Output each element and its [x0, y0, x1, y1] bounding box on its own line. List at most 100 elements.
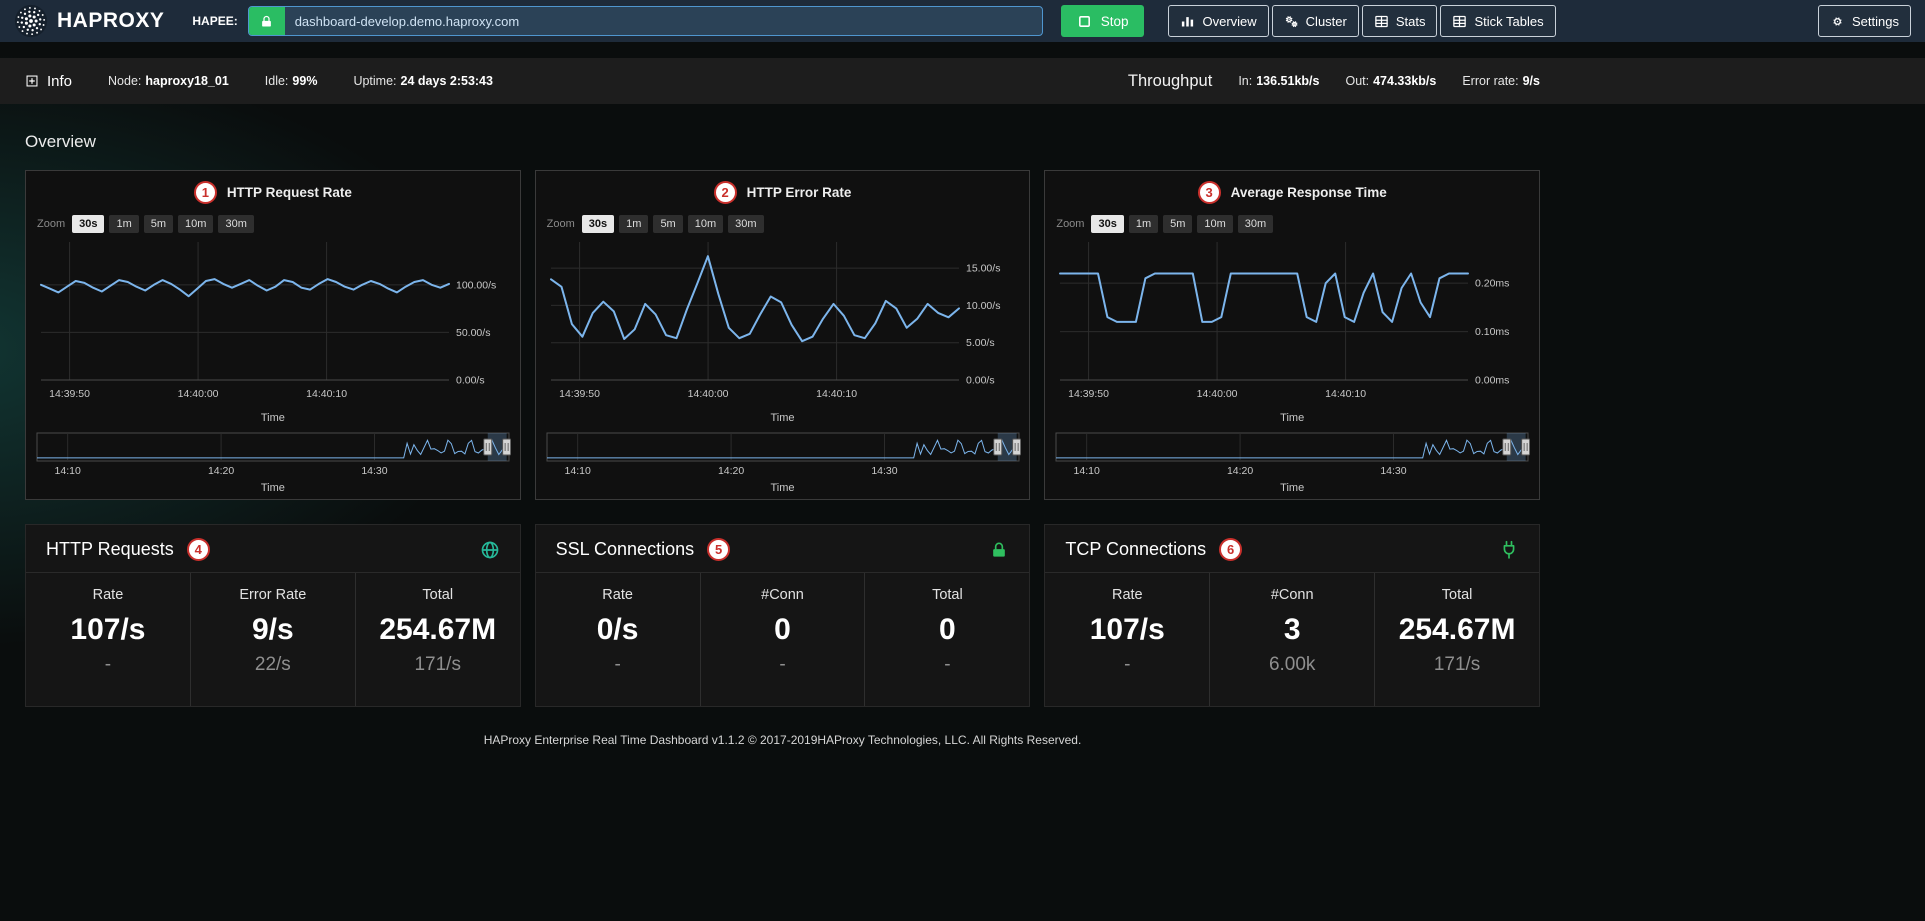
zoom-option-5m[interactable]: 5m: [1163, 215, 1192, 233]
zoom-label: Zoom: [37, 218, 65, 230]
stat-column-value: 0: [865, 613, 1029, 647]
info-item-label: Node:: [108, 74, 141, 88]
settings-button[interactable]: Settings: [1818, 5, 1911, 37]
svg-text:50.00/s: 50.00/s: [456, 327, 490, 339]
zoom-option-5m[interactable]: 5m: [653, 215, 682, 233]
zoom-option-5m[interactable]: 5m: [144, 215, 173, 233]
stat-columns: Rate0/s-#Conn0-Total0-: [536, 572, 1030, 706]
svg-text:0.20ms: 0.20ms: [1475, 278, 1509, 290]
stat-column-sub: -: [1045, 654, 1209, 676]
zoom-option-1m[interactable]: 1m: [619, 215, 648, 233]
stat-column-error-rate: Error Rate9/s22/s: [190, 573, 355, 706]
zoom-option-1m[interactable]: 1m: [1129, 215, 1158, 233]
svg-text:14:40:00: 14:40:00: [178, 388, 219, 400]
zoom-option-30m[interactable]: 30m: [218, 215, 253, 233]
chart-title: HTTP Error Rate: [747, 185, 852, 200]
chart-title: Average Response Time: [1231, 185, 1387, 200]
nav-button-stick-tables[interactable]: Stick Tables: [1440, 5, 1555, 37]
navigator-handle-left[interactable]: [1503, 439, 1511, 455]
cluster-gears-icon: [1284, 14, 1299, 29]
zoom-option-30s[interactable]: 30s: [1091, 215, 1123, 233]
svg-text:0.10ms: 0.10ms: [1475, 326, 1509, 338]
main-chart[interactable]: 14:39:5014:40:0014:40:100.00/s5.00/s10.0…: [545, 236, 1021, 406]
stat-cards-row: HTTP Requests4Rate107/s-Error Rate9/s22/…: [25, 524, 1540, 707]
zoom-option-10m[interactable]: 10m: [178, 215, 213, 233]
throughput-label: Throughput: [1128, 72, 1212, 91]
zoom-option-30m[interactable]: 30m: [728, 215, 763, 233]
navigator-handle-left[interactable]: [484, 439, 492, 455]
svg-text:14:30: 14:30: [1381, 465, 1407, 476]
throughput-item-value: 474.33kb/s: [1373, 74, 1436, 88]
svg-text:14:20: 14:20: [718, 465, 744, 476]
url-input[interactable]: [285, 7, 1042, 35]
chart-panel-http-error-rate: 2HTTP Error RateZoom30s1m5m10m30m14:39:5…: [535, 170, 1031, 500]
stat-column-sub: -: [26, 654, 190, 676]
navigator-axis-title: Time: [1054, 482, 1530, 494]
step-badge: 1: [194, 181, 217, 204]
stat-column-sub: -: [701, 654, 865, 676]
stat-columns: Rate 107/s -Error Rate9/s22/sTotal254.67M1…: [26, 572, 520, 706]
stat-column-sub: 22/s: [191, 654, 355, 676]
nav-button-overview[interactable]: Overview: [1168, 5, 1268, 37]
stat-column-header: Rate: [26, 587, 190, 603]
step-badge: 3: [1198, 181, 1221, 204]
stat-column-value: 0/s: [536, 613, 700, 647]
brand: HAPROXY: [14, 4, 164, 38]
zoom-label: Zoom: [1056, 218, 1084, 230]
navbar-button-group: Overview Cluster Stats Stick Tables: [1168, 5, 1555, 37]
navigator-handle-right[interactable]: [1522, 439, 1530, 455]
zoom-option-10m[interactable]: 10m: [1197, 215, 1232, 233]
svg-text:14:39:50: 14:39:50: [49, 388, 90, 400]
info-item-node: Node: haproxy18_01: [108, 74, 229, 88]
zoom-option-30s[interactable]: 30s: [582, 215, 614, 233]
card-icon-wrap: [1499, 540, 1519, 560]
main-chart[interactable]: 14:39:5014:40:0014:40:100.00/s50.00/s100…: [35, 236, 511, 406]
stat-column-value: 107/s: [1045, 613, 1209, 647]
stat-column-header: #Conn: [701, 587, 865, 603]
navigator[interactable]: 14:1014:2014:30: [545, 430, 1021, 476]
card-icon-wrap: [480, 540, 500, 560]
card-header: TCP Connections6: [1045, 525, 1539, 572]
overview-chart-icon: [1180, 14, 1195, 29]
info-item-value: 99%: [292, 74, 317, 88]
stats-table-icon: [1374, 14, 1389, 29]
url-lock-segment: [249, 7, 285, 35]
stat-column-rate: Rate0/s-: [536, 573, 700, 706]
overview-chart-icon: [1180, 14, 1195, 29]
stat-column-header: Error Rate: [191, 587, 355, 603]
info-item-value: haproxy18_01: [145, 74, 228, 88]
zoom-option-30m[interactable]: 30m: [1238, 215, 1273, 233]
stat-card-http-requests: HTTP Requests4Rate107/s-Error Rate9/s22/…: [25, 524, 521, 707]
hapee-label: HAPEE:: [192, 14, 237, 28]
zoom-controls: Zoom 30s 1m 5m 10m 30m: [37, 215, 511, 233]
throughput-group: Throughput In:136.51kb/sOut:474.33kb/sEr…: [1128, 72, 1540, 91]
svg-text:14:39:50: 14:39:50: [1068, 388, 1109, 400]
svg-text:5.00/s: 5.00/s: [966, 337, 995, 349]
zoom-option-30s[interactable]: 30s: [72, 215, 104, 233]
navigator-handle-right[interactable]: [503, 439, 511, 455]
nav-button-label: Cluster: [1306, 14, 1347, 29]
nav-button-stats[interactable]: Stats: [1362, 5, 1438, 37]
zoom-controls: Zoom 30s 1m 5m 10m 30m: [1056, 215, 1530, 233]
navigator[interactable]: 14:1014:2014:30: [35, 430, 511, 476]
navigator-handle-right[interactable]: [1012, 439, 1020, 455]
navigator[interactable]: 14:1014:2014:30: [1054, 430, 1530, 476]
chart-panel-http-request-rate: 1HTTP Request RateZoom30s1m5m10m30m14:39…: [25, 170, 521, 500]
ssl-lock-icon: [989, 540, 1009, 560]
zoom-option-1m[interactable]: 1m: [109, 215, 138, 233]
stat-column-total: Total254.67M171/s: [355, 573, 520, 706]
x-axis-title: Time: [545, 412, 1021, 424]
svg-text:14:20: 14:20: [1227, 465, 1253, 476]
svg-text:0.00/s: 0.00/s: [456, 375, 485, 387]
x-axis-title: Time: [1054, 412, 1530, 424]
zoom-option-10m[interactable]: 10m: [688, 215, 723, 233]
main-chart[interactable]: 14:39:5014:40:0014:40:100.00ms0.10ms0.20…: [1054, 236, 1530, 406]
navigator-handle-left[interactable]: [993, 439, 1001, 455]
stat-column-value: 107/s: [26, 613, 190, 647]
info-label: Info: [47, 73, 72, 90]
info-title[interactable]: Info: [25, 73, 72, 90]
stop-button[interactable]: Stop: [1061, 5, 1145, 37]
nav-button-cluster[interactable]: Cluster: [1272, 5, 1359, 37]
info-plus-icon: [25, 74, 39, 88]
stat-columns: Rate107/s-#Conn36.00kTotal254.67M171/s: [1045, 572, 1539, 706]
